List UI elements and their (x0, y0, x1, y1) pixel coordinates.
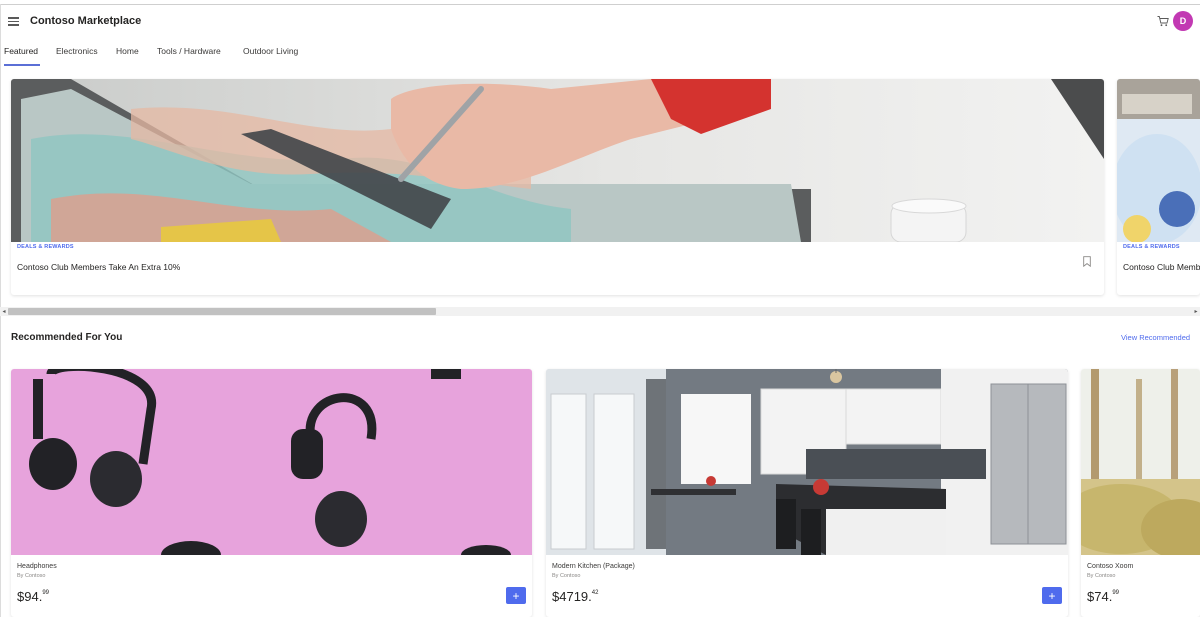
featured-card[interactable]: DEALS & REWARDS Contoso Club Members Tak… (11, 79, 1104, 295)
price-main: $74. (1087, 589, 1113, 604)
avatar[interactable]: D (1173, 11, 1193, 31)
app-header: Contoso Marketplace D (0, 5, 1200, 41)
product-vendor: By Contoso (1087, 573, 1116, 579)
product-image-headphones (11, 369, 532, 555)
category-tabs: Featured Electronics Home Tools / Hardwa… (0, 42, 1200, 66)
add-to-cart-button[interactable]: + (506, 587, 526, 604)
tab-home[interactable]: Home (116, 46, 139, 56)
tab-electronics[interactable]: Electronics (56, 46, 98, 56)
scrollbar-thumb[interactable] (8, 308, 436, 315)
tab-outdoor-living[interactable]: Outdoor Living (243, 46, 298, 56)
section-title: Recommended For You (11, 332, 123, 343)
featured-card[interactable]: DEALS & REWARDS Contoso Club Members Tak… (1117, 79, 1200, 295)
featured-eyebrow: DEALS & REWARDS (17, 244, 74, 250)
featured-eyebrow: DEALS & REWARDS (1123, 244, 1180, 250)
hamburger-icon[interactable] (8, 17, 19, 26)
tab-featured[interactable]: Featured (4, 46, 38, 56)
featured-image-stylus-tablet (11, 79, 1104, 242)
product-price: $74.99 (1087, 589, 1119, 604)
price-main: $4719. (552, 589, 592, 604)
featured-scrollbar[interactable]: ◂ ▸ (0, 307, 1200, 316)
product-price: $94.99 (17, 589, 49, 604)
add-to-cart-button[interactable]: + (1042, 587, 1062, 604)
product-image-kitchen (546, 369, 1068, 555)
product-image-outdoor (1081, 369, 1200, 555)
product-price: $4719.42 (552, 589, 598, 604)
scroll-left-arrow-icon[interactable]: ◂ (0, 307, 8, 316)
product-name: Contoso Xoom (1087, 563, 1134, 570)
bookmark-icon[interactable] (1083, 256, 1091, 267)
featured-image-bottles (1117, 79, 1200, 242)
product-card[interactable]: Modern Kitchen (Package) By Contoso $471… (546, 369, 1068, 617)
product-name: Modern Kitchen (Package) (552, 563, 635, 570)
product-vendor: By Contoso (552, 573, 581, 579)
featured-title: Contoso Club Members Take An Extra 10% (17, 262, 181, 272)
price-main: $94. (17, 589, 43, 604)
view-recommended-link[interactable]: View Recommended (1121, 333, 1190, 342)
product-vendor: By Contoso (17, 573, 46, 579)
tab-tools-hardware[interactable]: Tools / Hardware (157, 46, 221, 56)
product-card[interactable]: Contoso Xoom By Contoso $74.99 (1081, 369, 1200, 617)
price-cents: 99 (42, 590, 49, 596)
product-name: Headphones (17, 563, 57, 570)
product-card[interactable]: Headphones By Contoso $94.99 + (11, 369, 532, 617)
price-cents: 42 (591, 590, 599, 596)
price-cents: 99 (1112, 590, 1119, 596)
cart-icon[interactable] (1157, 15, 1169, 27)
featured-title: Contoso Club Members Take An Extra 10% (1123, 262, 1200, 272)
active-tab-indicator (4, 64, 40, 66)
scroll-right-arrow-icon[interactable]: ▸ (1192, 307, 1200, 316)
app-title: Contoso Marketplace (30, 15, 142, 27)
